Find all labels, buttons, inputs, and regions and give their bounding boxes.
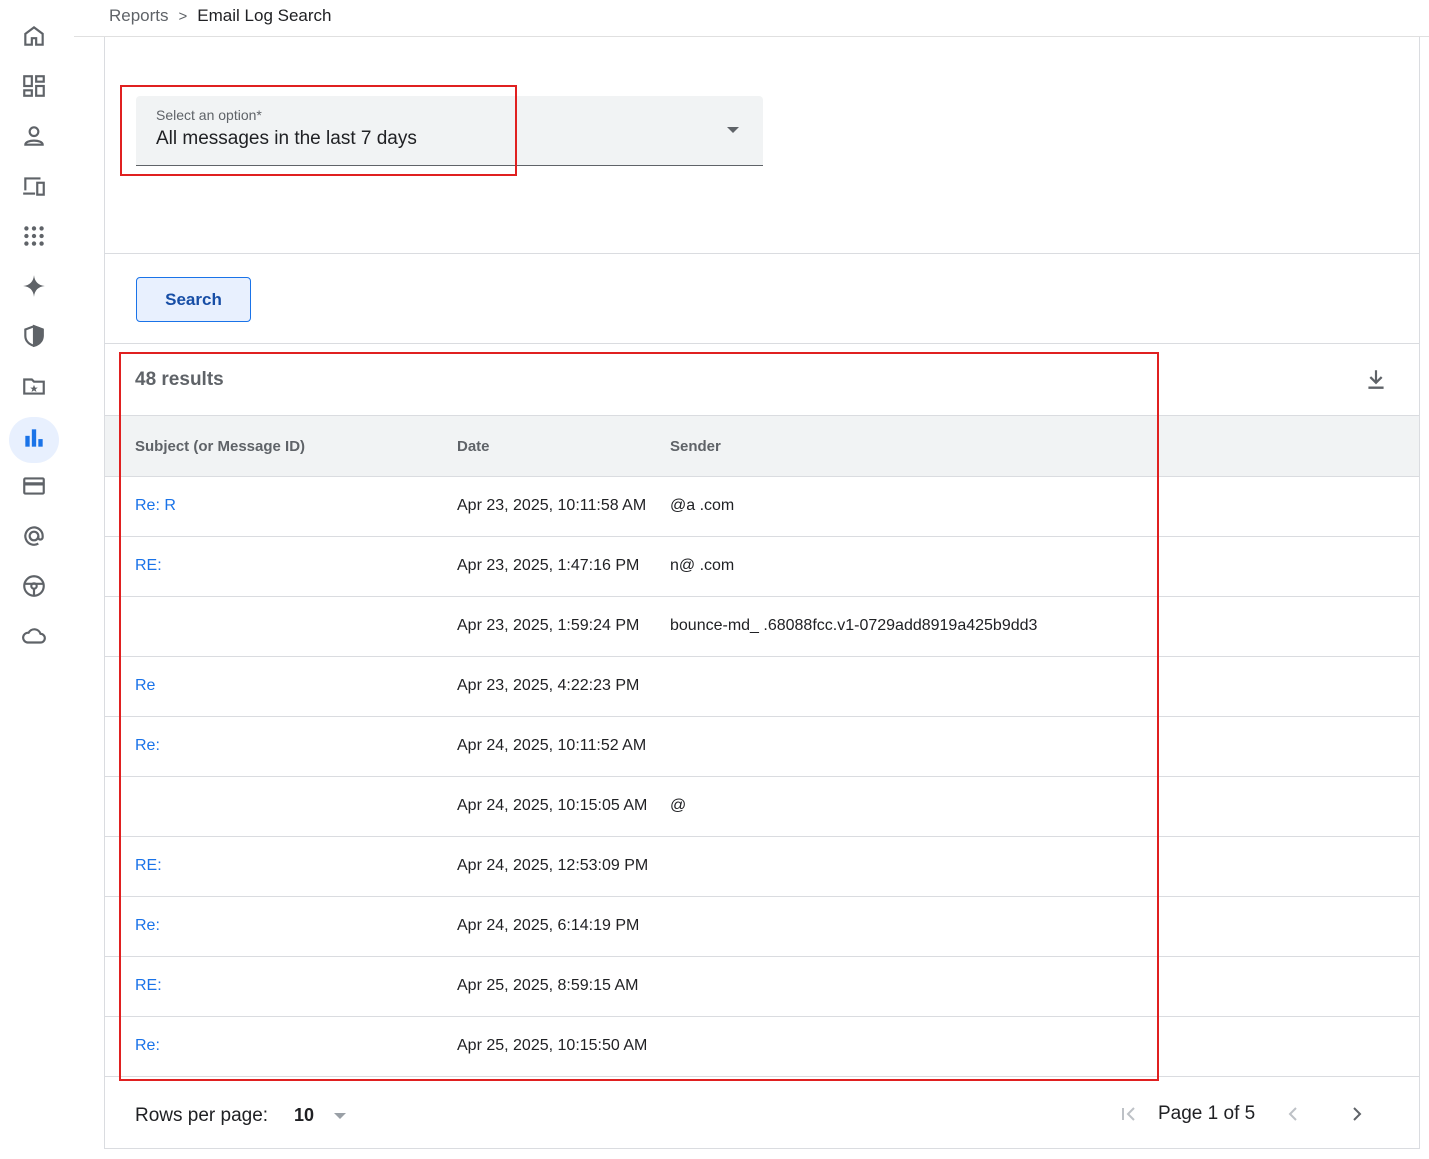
- nav-dashboard[interactable]: [9, 65, 59, 111]
- table-row[interactable]: RE: Apr 25, 2025, 8:59:15 AM: [105, 957, 1419, 1017]
- first-page-icon[interactable]: [1117, 1102, 1141, 1126]
- page-indicator: Page 1 of 5: [1158, 1103, 1256, 1124]
- nav-gemini[interactable]: [9, 265, 59, 311]
- date-cell: Apr 24, 2025, 12:53:09 PM: [457, 857, 649, 874]
- table-row[interactable]: Re: Apr 24, 2025, 6:14:19 PM: [105, 897, 1419, 957]
- table-row[interactable]: Re: Apr 25, 2025, 10:15:50 AM: [105, 1017, 1419, 1077]
- sparkle-icon: [21, 273, 47, 304]
- apps-grid-icon: [21, 223, 47, 254]
- nav-drive[interactable]: [9, 365, 59, 411]
- date-cell: Apr 24, 2025, 6:14:19 PM: [457, 917, 640, 934]
- rows-per-page-select[interactable]: 10: [294, 1105, 314, 1126]
- message-filter-select[interactable]: Select an option* All messages in the la…: [136, 96, 763, 166]
- table-row[interactable]: Re: R Apr 23, 2025, 10:11:58 AM @a .com: [105, 477, 1419, 537]
- date-cell: Apr 25, 2025, 10:15:50 AM: [457, 1037, 648, 1054]
- nav-home[interactable]: [9, 15, 59, 61]
- sender-cell: @: [670, 797, 687, 814]
- date-cell: Apr 23, 2025, 1:47:16 PM: [457, 557, 640, 574]
- subject-link[interactable]: Re:: [135, 917, 435, 935]
- date-cell: Apr 23, 2025, 10:11:58 AM: [457, 497, 647, 514]
- subject-link[interactable]: RE:: [135, 857, 435, 875]
- home-icon: [21, 23, 47, 54]
- nav-account[interactable]: [9, 515, 59, 561]
- date-cell: Apr 25, 2025, 8:59:15 AM: [457, 977, 639, 994]
- table-row[interactable]: RE: Apr 23, 2025, 1:47:16 PM n@ .com: [105, 537, 1419, 597]
- select-value: All messages in the last 7 days: [156, 128, 417, 149]
- email-log-search-card: Select an option* All messages in the la…: [104, 37, 1420, 1149]
- dropdown-arrow-icon[interactable]: [727, 127, 739, 133]
- left-nav-rail: [0, 0, 68, 1159]
- search-button[interactable]: Search: [136, 277, 251, 322]
- reporting-bar-chart-icon: [21, 425, 47, 456]
- section-divider: [105, 343, 1419, 344]
- date-cell: Apr 24, 2025, 10:15:05 AM: [457, 797, 648, 814]
- nav-rules[interactable]: [9, 565, 59, 611]
- table-row[interactable]: Apr 24, 2025, 10:15:05 AM @: [105, 777, 1419, 837]
- sender-cell: @a .com: [670, 497, 735, 514]
- chevron-left-icon[interactable]: [1281, 1102, 1305, 1126]
- select-label: Select an option*: [156, 107, 262, 123]
- billing-card-icon: [21, 473, 47, 504]
- dashboard-icon: [21, 73, 47, 104]
- column-header-date[interactable]: Date: [457, 438, 490, 455]
- subject-link[interactable]: Re: [135, 677, 435, 695]
- security-shield-icon: [21, 323, 47, 354]
- table-header-row: Subject (or Message ID) Date Sender: [105, 415, 1419, 477]
- results-table: Subject (or Message ID) Date Sender Re: …: [105, 415, 1419, 1077]
- table-row[interactable]: RE: Apr 24, 2025, 12:53:09 PM: [105, 837, 1419, 897]
- subject-link[interactable]: Re:: [135, 737, 435, 755]
- download-icon[interactable]: [1363, 367, 1389, 393]
- pagination-bar: Rows per page: 10 Page 1 of 5: [105, 1077, 1419, 1149]
- page-title: Email Log Search: [197, 6, 332, 25]
- nav-billing[interactable]: [9, 465, 59, 511]
- devices-icon: [21, 173, 47, 204]
- nav-users[interactable]: [9, 115, 59, 161]
- results-count: 48 results: [135, 369, 224, 390]
- nav-apps[interactable]: [9, 215, 59, 261]
- rules-steering-icon: [21, 573, 47, 604]
- chevron-right-icon[interactable]: [1345, 1102, 1369, 1126]
- column-header-sender[interactable]: Sender: [670, 438, 721, 455]
- date-cell: Apr 23, 2025, 4:22:23 PM: [457, 677, 640, 694]
- person-icon: [21, 123, 47, 154]
- nav-devices[interactable]: [9, 165, 59, 211]
- account-at-icon: [21, 523, 47, 554]
- cloud-icon: [21, 623, 47, 654]
- nav-reporting[interactable]: [9, 417, 59, 463]
- date-cell: Apr 24, 2025, 10:11:52 AM: [457, 737, 647, 754]
- subject-link[interactable]: Re:: [135, 1037, 435, 1055]
- section-divider: [105, 253, 1419, 254]
- chevron-right-icon: >: [178, 7, 188, 25]
- sender-cell: bounce-md_ .68088fcc.v1-0729add8919a425b…: [670, 617, 1038, 634]
- breadcrumb: Reports > Email Log Search: [109, 5, 331, 27]
- folder-star-icon: [21, 373, 47, 404]
- date-cell: Apr 23, 2025, 1:59:24 PM: [457, 617, 640, 634]
- subject-link[interactable]: RE:: [135, 557, 435, 575]
- subject-link[interactable]: RE:: [135, 977, 435, 995]
- sender-cell: n@ .com: [670, 557, 735, 574]
- subject-link[interactable]: Re: R: [135, 497, 435, 515]
- breadcrumb-reports-link[interactable]: Reports: [109, 6, 169, 26]
- nav-security[interactable]: [9, 315, 59, 361]
- table-row[interactable]: Re Apr 23, 2025, 4:22:23 PM: [105, 657, 1419, 717]
- dropdown-arrow-icon[interactable]: [334, 1113, 346, 1119]
- rows-per-page-label: Rows per page:: [135, 1105, 269, 1126]
- column-header-subject[interactable]: Subject (or Message ID): [135, 438, 305, 455]
- table-row[interactable]: Re: Apr 24, 2025, 10:11:52 AM: [105, 717, 1419, 777]
- table-row[interactable]: Apr 23, 2025, 1:59:24 PM bounce-md_ .680…: [105, 597, 1419, 657]
- nav-storage[interactable]: [9, 615, 59, 661]
